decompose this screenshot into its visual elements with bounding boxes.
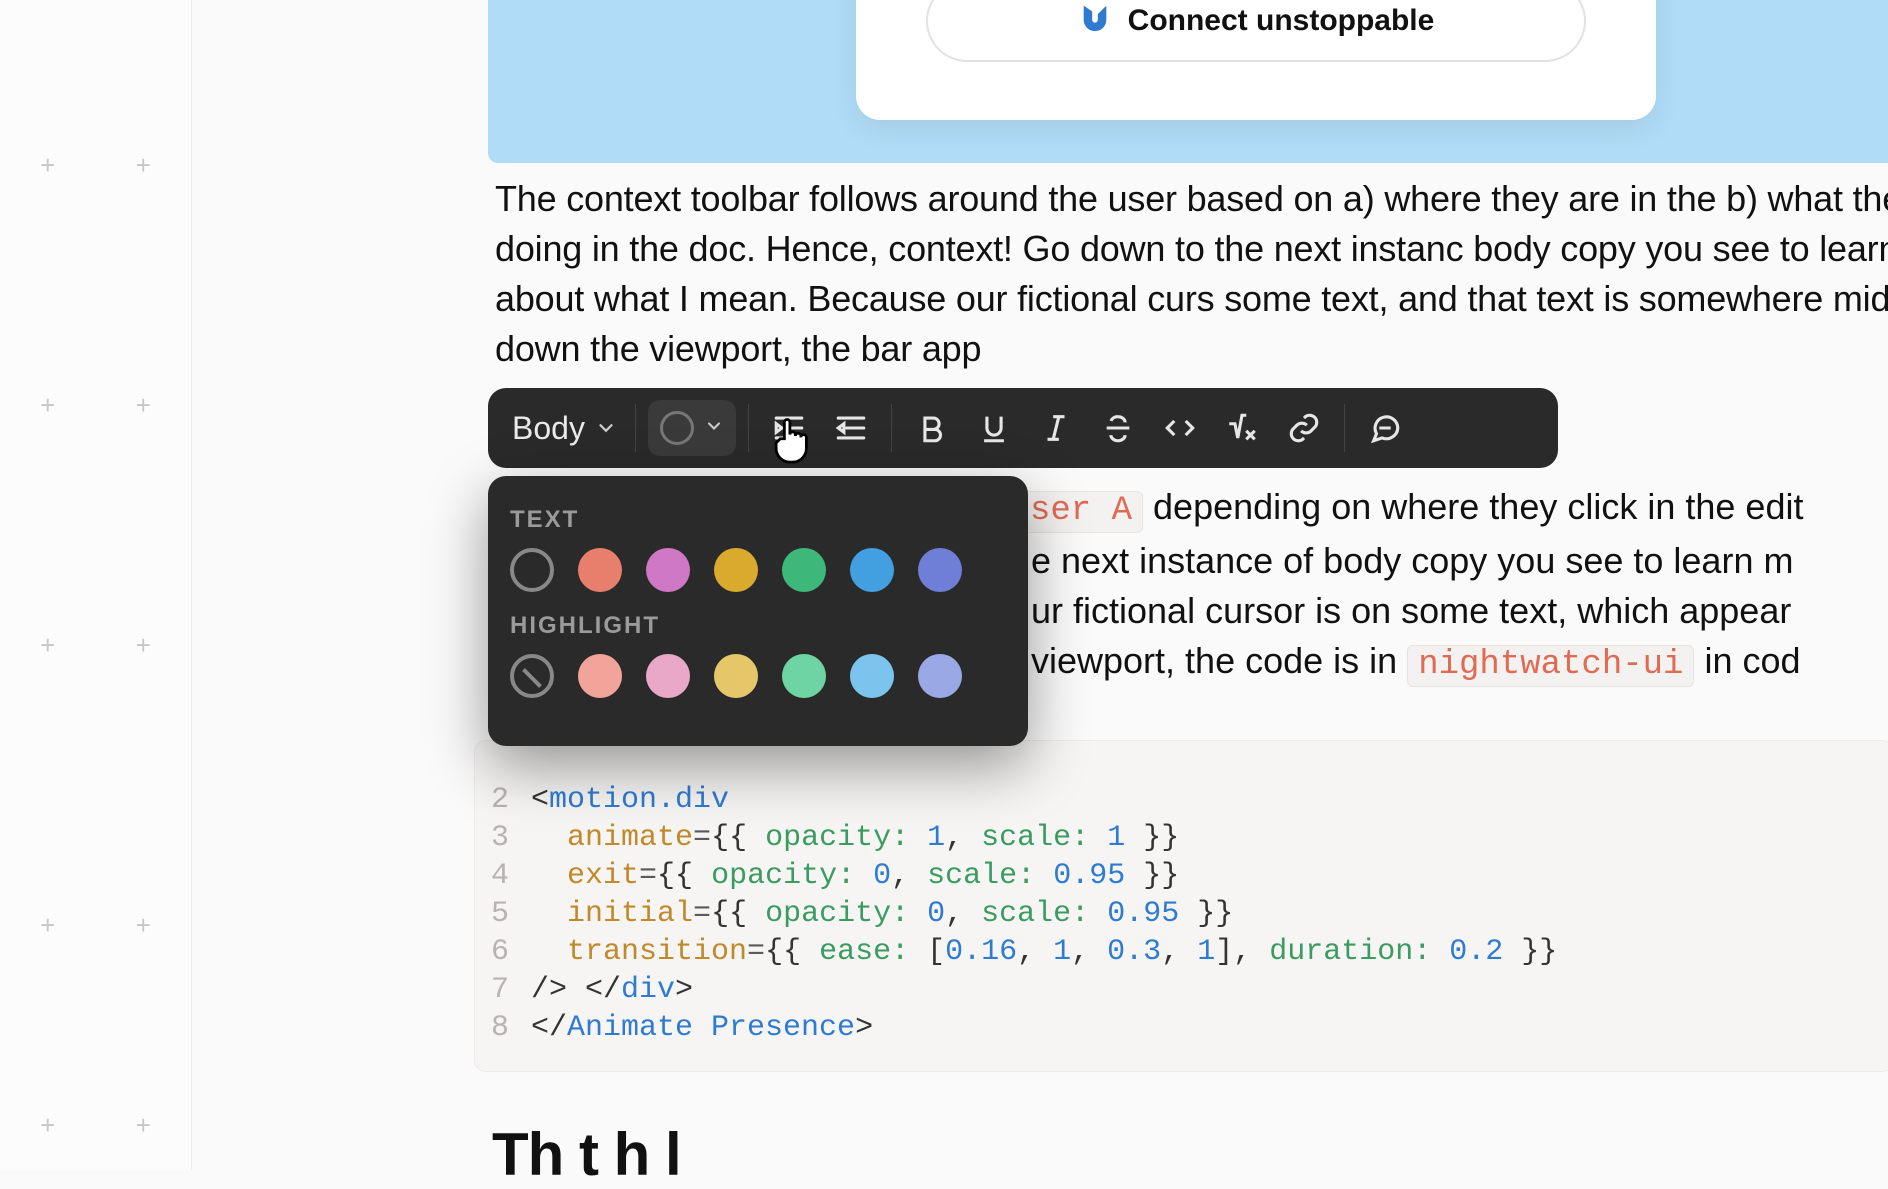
- inline-code: nightwatch-ui: [1407, 645, 1694, 687]
- document-canvas: Connect unstoppable The context toolbar …: [488, 0, 1888, 1170]
- highlight-color-swatch[interactable]: [646, 654, 690, 698]
- toolbar-separator: [635, 404, 636, 452]
- connect-button[interactable]: Connect unstoppable: [926, 0, 1586, 62]
- code-text: transition={{ ease: [0.16, 1, 0.3, 1], d…: [531, 933, 1557, 971]
- code-text: <motion.div: [531, 781, 729, 819]
- line-number: 7: [475, 971, 531, 1009]
- line-number: 8: [475, 1009, 531, 1047]
- line-number: 3: [475, 819, 531, 857]
- text-color-dropdown[interactable]: [648, 400, 736, 456]
- margin-plus-row: ++: [0, 390, 191, 421]
- code-line: 6 transition={{ ease: [0.16, 1, 0.3, 1],…: [475, 933, 1888, 971]
- bold-button[interactable]: [904, 400, 960, 456]
- page-margin: ++ ++ ++ ++ ++: [0, 0, 192, 1170]
- code-text: animate={{ opacity: 1, scale: 1 }}: [531, 819, 1179, 857]
- code-line: 5 initial={{ opacity: 0, scale: 0.95 }}: [475, 895, 1888, 933]
- body-paragraph-2[interactable]: ser A depending on where they click in t…: [1031, 482, 1888, 690]
- code-text: /> </div>: [531, 971, 693, 1009]
- color-popover: TEXT HIGHLIGHT: [488, 476, 1028, 746]
- italic-button[interactable]: [1028, 400, 1084, 456]
- code-button[interactable]: [1152, 400, 1208, 456]
- text-style-dropdown[interactable]: Body: [506, 410, 623, 447]
- line-number: 6: [475, 933, 531, 971]
- context-toolbar: Body: [488, 388, 1558, 468]
- text-color-row: [510, 548, 1006, 592]
- body-paragraph-1[interactable]: The context toolbar follows around the u…: [495, 174, 1888, 374]
- code-text: exit={{ opacity: 0, scale: 0.95 }}: [531, 857, 1179, 895]
- text-section-label: TEXT: [510, 506, 1006, 534]
- code-line: 4 exit={{ opacity: 0, scale: 0.95 }}: [475, 857, 1888, 895]
- code-line: 3 animate={{ opacity: 1, scale: 1 }}: [475, 819, 1888, 857]
- link-button[interactable]: [1276, 400, 1332, 456]
- margin-plus-row: ++: [0, 630, 191, 661]
- line-number: 2: [475, 781, 531, 819]
- chevron-down-icon: [595, 410, 617, 447]
- text-color-swatch[interactable]: [714, 548, 758, 592]
- text-color-swatch[interactable]: [782, 548, 826, 592]
- margin-plus-row: ++: [0, 150, 191, 181]
- highlight-color-swatch[interactable]: [850, 654, 894, 698]
- text-color-swatch[interactable]: [850, 548, 894, 592]
- chevron-down-icon: [704, 416, 724, 441]
- text-color-swatch[interactable]: [578, 548, 622, 592]
- text-style-label: Body: [512, 410, 585, 447]
- line-number: 5: [475, 895, 531, 933]
- text-color-swatch[interactable]: [918, 548, 962, 592]
- code-line: 2<motion.div: [475, 781, 1888, 819]
- unstoppable-icon: [1078, 0, 1112, 42]
- highlight-color-row: [510, 654, 1006, 698]
- text-color-swatch[interactable]: [510, 548, 554, 592]
- strikethrough-button[interactable]: [1090, 400, 1146, 456]
- code-line: 8</Animate Presence>: [475, 1009, 1888, 1047]
- code-text: </Animate Presence>: [531, 1009, 873, 1047]
- text-color-swatch[interactable]: [646, 548, 690, 592]
- heading-cutoff: Th t h l: [492, 1120, 681, 1189]
- highlight-color-swatch[interactable]: [510, 654, 554, 698]
- code-text: initial={{ opacity: 0, scale: 0.95 }}: [531, 895, 1233, 933]
- margin-plus-row: ++: [0, 910, 191, 941]
- line-number: 4: [475, 857, 531, 895]
- highlight-section-label: HIGHLIGHT: [510, 612, 1006, 640]
- inline-code: ser A: [1019, 491, 1143, 533]
- highlight-color-swatch[interactable]: [918, 654, 962, 698]
- connect-button-label: Connect unstoppable: [1128, 4, 1435, 38]
- color-swatch-icon: [660, 411, 694, 445]
- outdent-button[interactable]: [823, 400, 879, 456]
- highlight-color-swatch[interactable]: [714, 654, 758, 698]
- toolbar-separator: [891, 404, 892, 452]
- indent-button[interactable]: [761, 400, 817, 456]
- toolbar-separator: [1344, 404, 1345, 452]
- highlight-color-swatch[interactable]: [578, 654, 622, 698]
- equation-button[interactable]: [1214, 400, 1270, 456]
- highlight-color-swatch[interactable]: [782, 654, 826, 698]
- margin-plus-row: ++: [0, 1110, 191, 1141]
- comment-button[interactable]: [1357, 400, 1413, 456]
- code-line: 7/> </div>: [475, 971, 1888, 1009]
- code-block[interactable]: 2<motion.div3 animate={{ opacity: 1, sca…: [474, 740, 1888, 1072]
- underline-button[interactable]: [966, 400, 1022, 456]
- toolbar-separator: [748, 404, 749, 452]
